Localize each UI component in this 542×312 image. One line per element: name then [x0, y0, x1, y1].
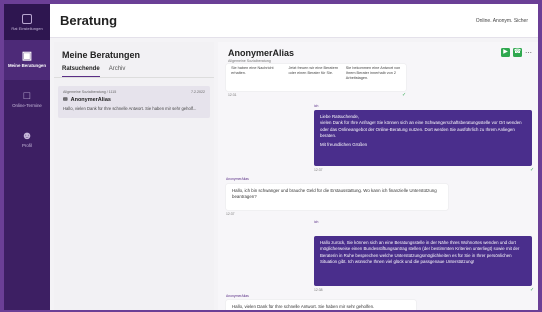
chat-actions: ▶ ☎ ⋯ — [501, 48, 532, 57]
info-box: Sie haben eine Nachricht erhalten. Jetzt… — [226, 64, 406, 91]
video-call-icon[interactable]: ▶ — [501, 48, 510, 57]
header-status: Online. Anonym. Sicher — [475, 17, 528, 24]
read-check-icon: ✓ — [402, 92, 407, 98]
rail-logo[interactable]: Rat Einstellungen — [4, 4, 50, 40]
rail-item-online-termine[interactable]: □ Online-Termine — [4, 80, 50, 120]
timestamp: 12:37 — [314, 168, 323, 172]
chat-header: AnonymerAlias Allgemeine Sozialberatung — [218, 42, 538, 64]
message-body: vielen Dank für Ihre Anfrage! Sie können… — [320, 120, 522, 139]
message-bubble-out: Liebe Ratsuchende, vielen Dank für Ihre … — [314, 110, 532, 166]
rail-item-profil[interactable]: ☻ Profil — [4, 120, 50, 160]
app-window: Rat Einstellungen ▣ Meine Beratungen □ O… — [4, 4, 538, 310]
message-bubble-in: Hallo, ich bin schwanger und brauche Gel… — [226, 184, 448, 210]
chat-subtitle: Allgemeine Sozialberatung — [228, 59, 271, 63]
card-name: AnonymerAlias — [70, 97, 111, 103]
logo-icon — [22, 13, 32, 24]
author-label: AnonymerAlias — [226, 294, 249, 298]
top-header: Beratung Online. Anonym. Sicher — [50, 4, 538, 38]
rail-logo-label: Rat Einstellungen — [11, 25, 43, 31]
read-check-icon: ✓ — [530, 167, 535, 173]
info-col: Sie bekommen eine Antwort von Ihrem Bera… — [345, 66, 401, 80]
list-title: Meine Beratungen — [62, 50, 141, 60]
info-col: Sie haben eine Nachricht erhalten. — [231, 66, 274, 75]
message-area: Sie haben eine Nachricht erhalten. Jetzt… — [218, 64, 538, 310]
timestamp: 12:37 — [226, 212, 235, 216]
side-rail: Rat Einstellungen ▣ Meine Beratungen □ O… — [4, 4, 50, 310]
page-title: Beratung — [60, 13, 118, 28]
info-col: Jetzt freuen wir eine Beratern oder eine… — [288, 66, 339, 75]
tab-ratsuchende[interactable]: Ratsuchende — [62, 64, 100, 77]
calendar-icon: □ — [23, 90, 31, 103]
tab-archiv[interactable]: Archiv — [109, 64, 126, 77]
message-closing: Mit freundlichen Grüßen — [320, 141, 368, 147]
more-options-icon[interactable]: ⋯ — [525, 49, 532, 57]
timestamp: 12:38 — [314, 288, 323, 292]
author-label: AnonymerAlias — [226, 177, 249, 181]
envelope-icon: ✉ — [63, 97, 68, 103]
card-date: 7.2.2022 — [191, 90, 205, 94]
sender-label: ich — [314, 220, 319, 224]
chat-panel: AnonymerAlias Allgemeine Sozialberatung … — [218, 42, 538, 310]
rail-item-label: Online-Termine — [12, 103, 42, 109]
message-bubble-out: Hallo zurück, Sie können sich an eine Be… — [314, 236, 532, 286]
message-bubble-in: Hallo, vielen Dank für Ihre schnelle Ant… — [226, 300, 416, 310]
card-meta: Allgemeine Sozialberatung / 1115 — [63, 90, 117, 94]
card-preview: Hallo, vielen Dank für Ihre schnelle Ant… — [63, 106, 197, 111]
sender-label: ich — [314, 104, 319, 108]
chat-icon: ▣ — [21, 50, 33, 63]
rail-item-meine-beratungen[interactable]: ▣ Meine Beratungen — [4, 40, 50, 80]
phone-icon[interactable]: ☎ — [513, 48, 522, 57]
chat-partner-name: AnonymerAlias — [228, 48, 295, 58]
list-tabs: Ratsuchende Archiv — [54, 64, 214, 78]
rail-item-label: Profil — [21, 143, 32, 149]
read-check-icon: ✓ — [530, 287, 535, 293]
timestamp: 12:31 — [228, 93, 237, 97]
rail-item-label: Meine Beratungen — [7, 63, 47, 69]
consultation-list-panel: Meine Beratungen Ratsuchende Archiv Allg… — [54, 42, 214, 310]
person-icon: ☻ — [21, 130, 33, 143]
consultation-card[interactable]: Allgemeine Sozialberatung / 1115 7.2.202… — [58, 86, 210, 118]
